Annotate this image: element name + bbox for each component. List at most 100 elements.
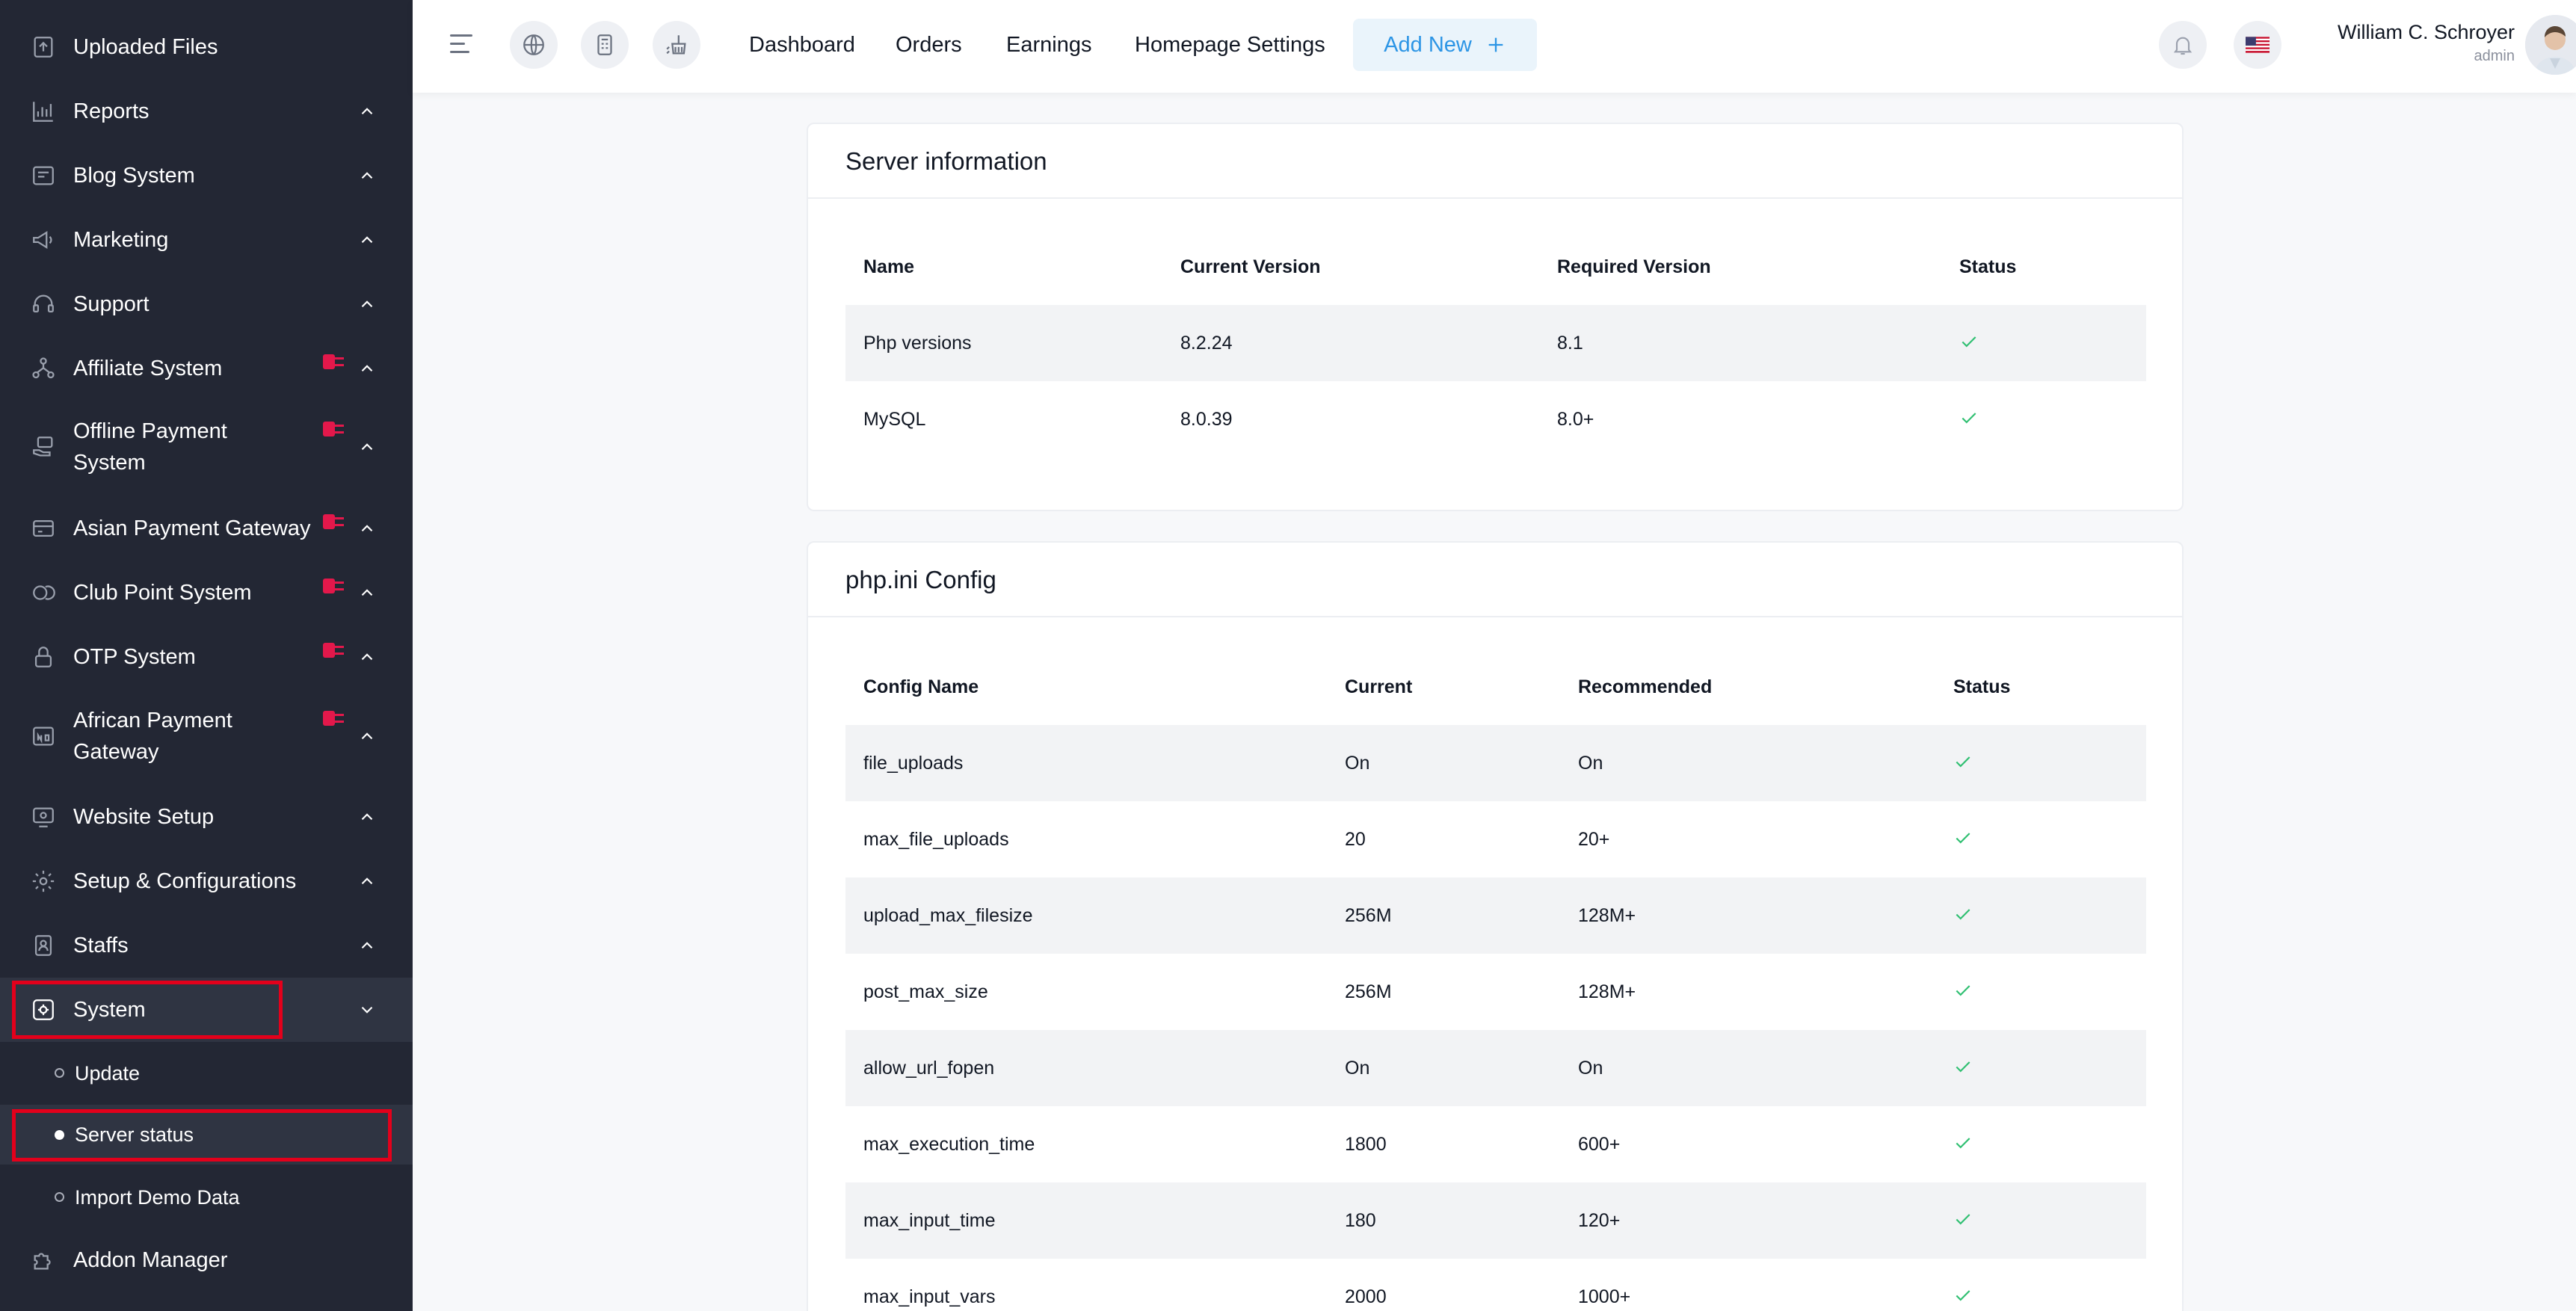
cell-config-name: max_input_vars — [863, 1286, 996, 1307]
monitor-settings-icon — [30, 803, 57, 830]
cell-required: 8.1 — [1557, 333, 1583, 354]
cell-name: MySQL — [863, 409, 926, 430]
sidebar-item-marketing[interactable]: Marketing — [0, 224, 413, 256]
column-header: Status — [1959, 256, 2017, 277]
chevron-up-icon — [357, 807, 377, 827]
cell-recommended: 120+ — [1578, 1210, 1621, 1231]
language-button[interactable] — [2234, 21, 2281, 69]
avatar[interactable] — [2525, 15, 2576, 75]
sidebar-item-label: Setup & Configurations — [73, 869, 297, 893]
menu-toggle-icon[interactable] — [449, 30, 477, 58]
cell-recommended: 128M+ — [1578, 981, 1636, 1002]
nav-link-dashboard[interactable]: Dashboard — [749, 30, 855, 60]
sidebar-item-setup-configurations[interactable]: Setup & Configurations — [0, 866, 413, 897]
table-row: file_uploads On On — [845, 725, 2146, 801]
card-title: Server information — [845, 147, 1047, 175]
add-new-button[interactable]: Add New — [1353, 19, 1537, 71]
sidebar-item-website-setup[interactable]: Website Setup — [0, 801, 413, 833]
sidebar-item-label: African Payment — [73, 709, 232, 732]
sidebar-subitem-update[interactable]: Update — [0, 1058, 413, 1088]
cell-current: 2000 — [1345, 1286, 1387, 1307]
check-icon — [1953, 904, 1973, 924]
cell-config-name: max_input_time — [863, 1210, 996, 1231]
sidebar-item-addon-manager[interactable]: Addon Manager — [0, 1244, 413, 1276]
cell-current: 256M — [1345, 981, 1392, 1002]
user-name[interactable]: William C. Schroyer — [2304, 21, 2515, 44]
check-icon — [1953, 1133, 1973, 1153]
notifications-button[interactable] — [2159, 21, 2207, 69]
nav-link-orders[interactable]: Orders — [896, 30, 962, 60]
sidebar-item-label: Club Point System — [73, 581, 252, 605]
column-header: Config Name — [863, 676, 979, 697]
sidebar-item-african-payment-gateway[interactable]: African Payment Gateway — [0, 705, 413, 768]
chevron-up-icon — [357, 230, 377, 250]
check-icon — [1953, 1286, 1973, 1305]
check-icon — [1959, 408, 1979, 428]
sidebar-item-label-line2: System — [73, 451, 146, 475]
chevron-up-icon — [357, 519, 377, 538]
sidebar-item-affiliate-system[interactable]: Affiliate System — [0, 353, 413, 384]
table-row: upload_max_filesize 256M 128M+ — [845, 877, 2146, 954]
nav-link-homepage-settings[interactable]: Homepage Settings — [1135, 30, 1325, 60]
check-icon — [1953, 828, 1973, 848]
cell-config-name: upload_max_filesize — [863, 905, 1033, 926]
table-row: max_file_uploads 20 20+ — [845, 801, 2146, 877]
cell-required: 8.0+ — [1557, 409, 1594, 430]
sidebar-item-uploaded-files[interactable]: Uploaded Files — [0, 31, 413, 63]
cell-config-name: max_file_uploads — [863, 829, 1009, 850]
sidebar-subitem-import-demo-data[interactable]: Import Demo Data — [0, 1182, 413, 1212]
sidebar-item-blog-system[interactable]: Blog System — [0, 160, 413, 191]
sidebar-item-label: Marketing — [73, 228, 169, 252]
cell-config-name: allow_url_fopen — [863, 1058, 995, 1079]
chevron-down-icon — [357, 1000, 377, 1020]
sidebar-item-otp-system[interactable]: OTP System — [0, 641, 413, 673]
cell-current: On — [1345, 1058, 1370, 1079]
table-row: post_max_size 256M 128M+ — [845, 954, 2146, 1030]
cell-current: 8.2.24 — [1180, 333, 1233, 354]
cell-current: 256M — [1345, 905, 1392, 926]
addon-plug-icon — [321, 420, 347, 439]
us-flag-icon — [2246, 37, 2270, 53]
broom-icon — [666, 35, 686, 55]
check-icon — [1953, 981, 1973, 1000]
cell-config-name: file_uploads — [863, 753, 964, 774]
table-header-row: Name Current Version Required Version St… — [845, 229, 2146, 305]
sidebar-item-asian-payment-gateway[interactable]: Asian Payment Gateway — [0, 513, 413, 544]
server-information-card: Server information Name Current Version … — [807, 123, 2184, 511]
chevron-up-icon — [357, 437, 377, 457]
sidebar-item-support[interactable]: Support — [0, 289, 413, 320]
chevron-up-icon — [357, 102, 377, 121]
lock-icon — [30, 644, 57, 670]
table-row: allow_url_fopen On On — [845, 1030, 2146, 1106]
addon-plug-icon — [321, 709, 347, 729]
cell-current: 20 — [1345, 829, 1366, 850]
sidebar-item-reports[interactable]: Reports — [0, 96, 413, 127]
pos-button[interactable] — [581, 21, 629, 69]
addon-plug-icon — [321, 353, 347, 372]
add-new-label: Add New — [1384, 32, 1472, 57]
megaphone-icon — [30, 226, 57, 253]
sidebar: Uploaded Files Reports Blog System Marke… — [0, 0, 413, 1311]
nav-link-earnings[interactable]: Earnings — [1006, 30, 1091, 60]
cell-recommended: On — [1578, 753, 1603, 774]
cell-config-name: post_max_size — [863, 981, 988, 1002]
bell-icon — [2173, 37, 2193, 55]
sidebar-item-offline-payment-system[interactable]: Offline Payment System — [0, 416, 413, 478]
column-header: Current — [1345, 676, 1413, 697]
sidebar-item-club-point-system[interactable]: Club Point System — [0, 577, 413, 608]
globe-button[interactable] — [510, 21, 558, 69]
cell-current: 180 — [1345, 1210, 1376, 1231]
cell-config-name: max_execution_time — [863, 1134, 1035, 1155]
clear-cache-button[interactable] — [653, 21, 700, 69]
credit-card-icon — [30, 515, 57, 542]
table-row: max_input_time 180 120+ — [845, 1182, 2146, 1259]
cash-register-icon — [597, 34, 612, 55]
sidebar-item-label: Affiliate System — [73, 357, 223, 380]
sidebar-item-label: Staffs — [73, 934, 129, 957]
cell-name: Php versions — [863, 333, 972, 354]
sidebar-item-label-line2: Gateway — [73, 740, 159, 764]
cell-recommended: 600+ — [1578, 1134, 1621, 1155]
gear-icon — [30, 868, 57, 895]
sidebar-item-staffs[interactable]: Staffs — [0, 930, 413, 961]
puzzle-icon — [30, 1247, 57, 1274]
